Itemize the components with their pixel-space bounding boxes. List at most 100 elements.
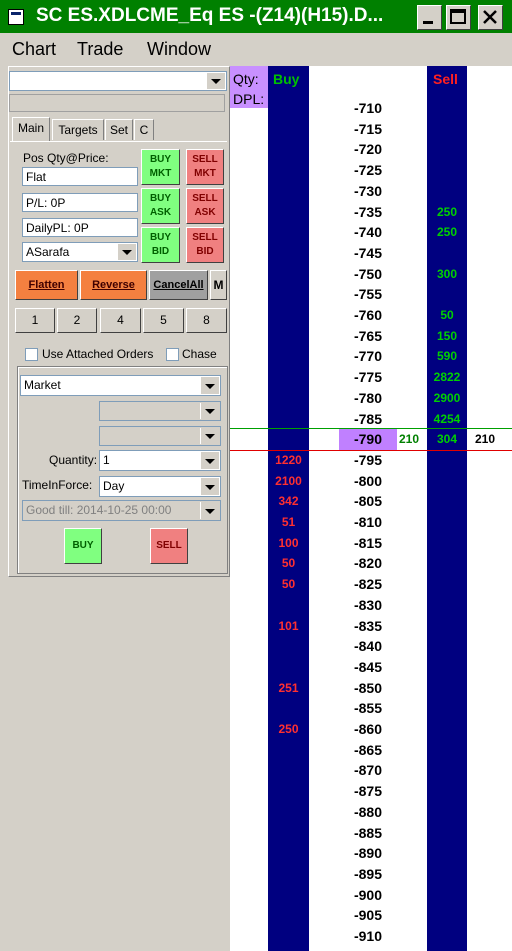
- chevron-down-icon[interactable]: [200, 452, 219, 469]
- ladder-row[interactable]: -780 2900: [230, 388, 512, 409]
- chevron-down-icon[interactable]: [200, 403, 219, 419]
- price-level[interactable]: -730: [309, 181, 427, 202]
- price-ladder[interactable]: Qty: DPL: Buy Sell -710 -715 -720 -725 -730-…: [230, 66, 512, 951]
- buy-bid-button[interactable]: BUY BID: [141, 227, 180, 263]
- sell-mkt-button[interactable]: SELL MKT: [186, 149, 224, 185]
- ladder-row[interactable]: -880: [230, 802, 512, 823]
- chevron-down-icon[interactable]: [200, 377, 219, 394]
- ask-qty[interactable]: 150: [427, 326, 467, 347]
- qty-preset-1[interactable]: 1: [15, 308, 55, 333]
- price-level[interactable]: -815: [309, 533, 427, 554]
- price1-select[interactable]: [99, 401, 221, 421]
- ladder-row[interactable]: 342 -805: [230, 491, 512, 512]
- price-level[interactable]: -865: [309, 740, 427, 761]
- ladder-row[interactable]: -885: [230, 823, 512, 844]
- price-level[interactable]: -735: [309, 202, 427, 223]
- ladder-row[interactable]: -785 4254: [230, 409, 512, 430]
- price-level[interactable]: -725: [309, 160, 427, 181]
- ladder-row[interactable]: -855: [230, 698, 512, 719]
- ladder-row[interactable]: -710: [230, 98, 512, 119]
- close-button[interactable]: [478, 5, 503, 30]
- bid-qty[interactable]: 251: [268, 678, 309, 699]
- ladder-row[interactable]: -910: [230, 926, 512, 947]
- ladder-row[interactable]: 100 -815: [230, 533, 512, 554]
- tab-main[interactable]: Main: [12, 117, 50, 141]
- price2-select[interactable]: [99, 426, 221, 446]
- ladder-row[interactable]: -760 50: [230, 305, 512, 326]
- ask-qty[interactable]: 250: [427, 202, 467, 223]
- price-level[interactable]: -710: [309, 98, 427, 119]
- chevron-down-icon[interactable]: [200, 478, 219, 495]
- bid-qty[interactable]: 51: [268, 512, 309, 533]
- sell-ask-button[interactable]: SELL ASK: [186, 188, 224, 224]
- ladder-row[interactable]: -840: [230, 636, 512, 657]
- ladder-row[interactable]: 50 -820: [230, 553, 512, 574]
- ladder-row[interactable]: -715: [230, 119, 512, 140]
- ladder-row[interactable]: -905: [230, 905, 512, 926]
- ask-qty[interactable]: 4254: [427, 409, 467, 430]
- bid-qty[interactable]: 101: [268, 616, 309, 637]
- price-level[interactable]: -835: [309, 616, 427, 637]
- title-bar[interactable]: SC ES.XDLCME_Eq ES -(Z14)(H15).D...: [0, 0, 512, 33]
- qty-preset-5[interactable]: 5: [143, 308, 184, 333]
- chase-checkbox[interactable]: [166, 348, 179, 361]
- ladder-row[interactable]: -740 250: [230, 222, 512, 243]
- qty-preset-8[interactable]: 8: [186, 308, 227, 333]
- menu-chart[interactable]: Chart: [12, 39, 56, 60]
- tab-c[interactable]: C: [134, 119, 154, 140]
- price-level[interactable]: -760: [309, 305, 427, 326]
- account-select[interactable]: ASarafa: [22, 242, 138, 262]
- price-level[interactable]: -775: [309, 367, 427, 388]
- price-level[interactable]: -900: [309, 885, 427, 906]
- ladder-row[interactable]: 51 -810: [230, 512, 512, 533]
- ladder-row[interactable]: 1220 -795: [230, 450, 512, 471]
- price-level[interactable]: -715: [309, 119, 427, 140]
- price-level[interactable]: -780: [309, 388, 427, 409]
- price-level[interactable]: -895: [309, 864, 427, 885]
- bid-qty[interactable]: 100: [268, 533, 309, 554]
- price-level[interactable]: -765: [309, 326, 427, 347]
- price-level[interactable]: -740: [309, 222, 427, 243]
- bid-qty[interactable]: 2100: [268, 471, 309, 492]
- price-level[interactable]: -890: [309, 843, 427, 864]
- tab-set[interactable]: Set: [105, 119, 133, 140]
- price-level[interactable]: -910: [309, 926, 427, 947]
- price-level[interactable]: -800: [309, 471, 427, 492]
- ladder-row[interactable]: -875: [230, 781, 512, 802]
- symbol-select[interactable]: [9, 71, 227, 91]
- bid-qty[interactable]: 50: [268, 553, 309, 574]
- buy-mkt-button[interactable]: BUY MKT: [141, 149, 180, 185]
- price-level[interactable]: -770: [309, 346, 427, 367]
- qty-preset-2[interactable]: 2: [57, 308, 97, 333]
- ask-qty[interactable]: 250: [427, 222, 467, 243]
- ladder-row[interactable]: -865: [230, 740, 512, 761]
- ladder-row[interactable]: -730: [230, 181, 512, 202]
- buy-button[interactable]: BUY: [64, 528, 102, 564]
- price-level[interactable]: -880: [309, 802, 427, 823]
- bid-qty[interactable]: 1220: [268, 450, 309, 471]
- minimize-button[interactable]: [417, 5, 442, 30]
- chevron-down-icon[interactable]: [117, 244, 136, 260]
- m-button[interactable]: M: [210, 270, 227, 300]
- price-level[interactable]: -720: [309, 139, 427, 160]
- ask-qty[interactable]: 304: [427, 429, 467, 450]
- price-level[interactable]: -840: [309, 636, 427, 657]
- bid-qty[interactable]: 250: [268, 719, 309, 740]
- price-level[interactable]: -795: [309, 450, 427, 471]
- ladder-row[interactable]: 250 -860: [230, 719, 512, 740]
- cancel-all-button[interactable]: CancelAll: [149, 270, 208, 300]
- ladder-row[interactable]: -755: [230, 284, 512, 305]
- ladder-row[interactable]: 2100 -800: [230, 471, 512, 492]
- sell-button[interactable]: SELL: [150, 528, 188, 564]
- ask-qty[interactable]: 2822: [427, 367, 467, 388]
- price-level[interactable]: -750: [309, 264, 427, 285]
- order-type-select[interactable]: Market: [20, 375, 221, 396]
- ladder-row[interactable]: -830: [230, 595, 512, 616]
- tab-targets[interactable]: Targets: [52, 119, 104, 140]
- price-level[interactable]: -860: [309, 719, 427, 740]
- flatten-button[interactable]: Flatten: [15, 270, 78, 300]
- ladder-row[interactable]: 251 -850: [230, 678, 512, 699]
- ask-qty[interactable]: 2900: [427, 388, 467, 409]
- ladder-row[interactable]: 50 -825: [230, 574, 512, 595]
- bid-qty[interactable]: 50: [268, 574, 309, 595]
